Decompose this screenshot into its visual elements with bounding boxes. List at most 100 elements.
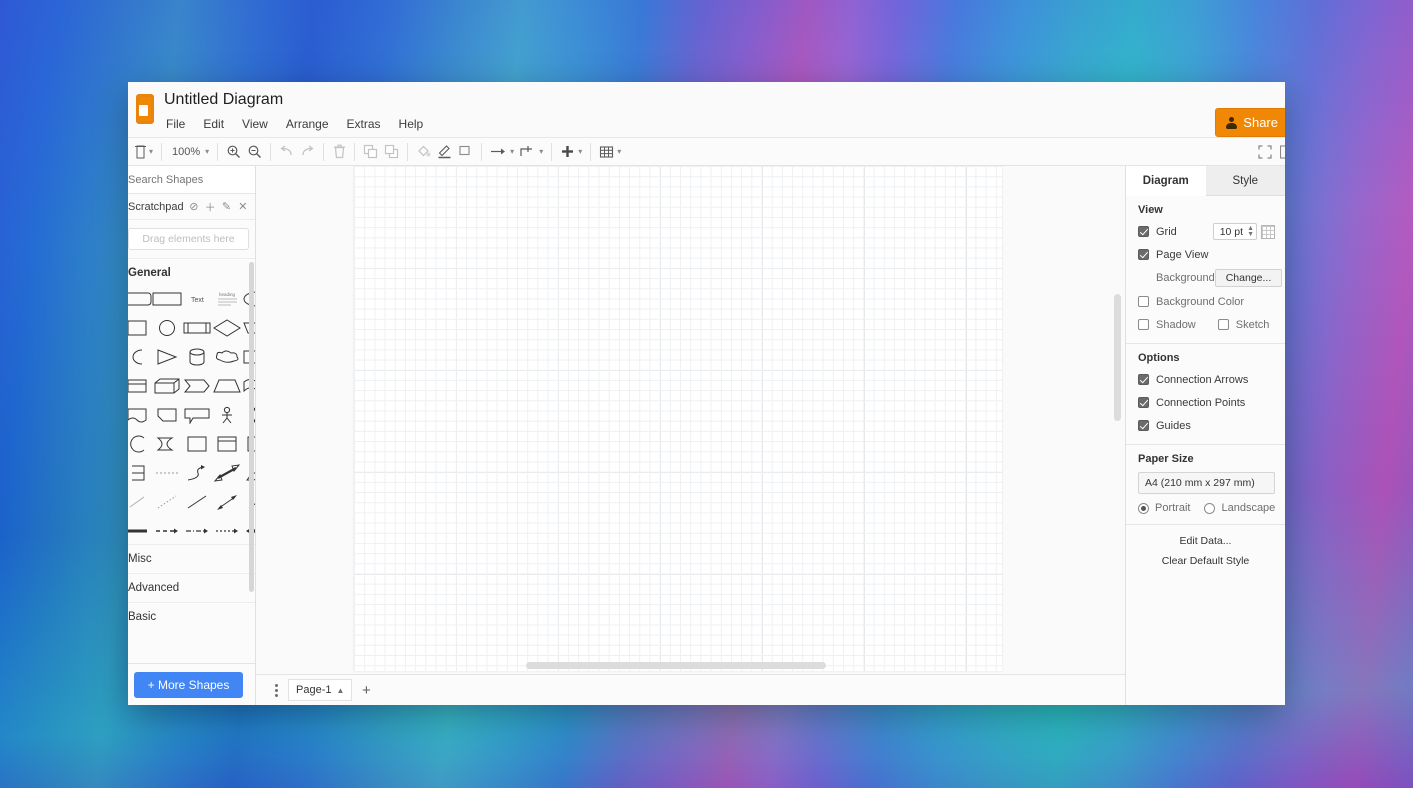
delete-icon[interactable] [329, 141, 349, 163]
edit-icon[interactable]: ✎ [220, 200, 232, 213]
to-front-icon[interactable] [360, 141, 381, 163]
shape-document-icon[interactable] [128, 401, 152, 428]
line-double-arrow-icon[interactable] [212, 488, 242, 515]
section-advanced[interactable]: Advanced [128, 573, 255, 602]
shape-cloud-icon[interactable] [212, 343, 242, 370]
shape-dashed-line-icon[interactable] [152, 459, 182, 486]
sketch-checkbox[interactable] [1217, 319, 1229, 330]
menu-view[interactable]: View [240, 115, 270, 133]
shape-square-icon[interactable] [128, 314, 152, 341]
shape-text-icon[interactable]: Text [182, 285, 212, 312]
connector-dotted-arrow-icon[interactable] [212, 517, 242, 544]
zoom-dropdown-button[interactable]: 100% ▾ [167, 141, 212, 163]
page-menu-icon[interactable] [266, 679, 286, 701]
shape-actor-icon[interactable] [212, 401, 242, 428]
shape-speech-bubble-icon[interactable] [182, 401, 212, 428]
add-icon[interactable]: ＋ [204, 199, 216, 215]
shape-delay-icon[interactable] [152, 430, 182, 457]
connection-points-checkbox[interactable] [1138, 397, 1149, 408]
table-icon[interactable]: ▾ [596, 141, 624, 163]
stepper-arrows-icon[interactable]: ▲ ▼ [1247, 225, 1254, 238]
format-panel-toggle-icon[interactable] [1275, 141, 1285, 163]
section-misc[interactable]: Misc [128, 544, 255, 573]
menu-arrange[interactable]: Arrange [284, 115, 331, 133]
shape-cylinder-icon[interactable] [182, 343, 212, 370]
tab-diagram[interactable]: Diagram [1126, 166, 1206, 196]
zoom-out-icon[interactable] [244, 141, 265, 163]
grid-size-stepper[interactable]: 10 pt ▲ ▼ [1212, 223, 1257, 240]
scratchpad-dropzone[interactable]: Drag elements here [128, 228, 249, 250]
fullscreen-icon[interactable] [1255, 141, 1275, 163]
shape-partial-rect-icon[interactable] [128, 430, 152, 457]
edit-data-button[interactable]: Edit Data... [1136, 531, 1275, 551]
line-dotted-icon[interactable] [152, 488, 182, 515]
shape-internal-storage-icon[interactable] [128, 372, 152, 399]
shape-rounded-rect-icon[interactable] [128, 285, 152, 312]
menu-help[interactable]: Help [397, 115, 426, 133]
clear-default-style-button[interactable]: Clear Default Style [1136, 551, 1275, 571]
section-general[interactable]: General [128, 258, 255, 285]
undo-icon[interactable] [276, 141, 297, 163]
shape-textbox-icon[interactable]: heading [212, 285, 242, 312]
shape-step-icon[interactable] [182, 372, 212, 399]
shadow-icon[interactable] [455, 141, 476, 163]
line-thin-icon[interactable] [128, 488, 152, 515]
zoom-in-icon[interactable] [223, 141, 244, 163]
waypoints-icon[interactable]: ▾ [517, 141, 546, 163]
shape-box-icon[interactable] [182, 430, 212, 457]
redo-icon[interactable] [297, 141, 318, 163]
shape-note-icon[interactable] [152, 401, 182, 428]
fill-color-icon[interactable] [413, 141, 434, 163]
shape-trapezoid-icon[interactable] [212, 372, 242, 399]
menu-edit[interactable]: Edit [201, 115, 226, 133]
shape-rect-icon[interactable] [152, 285, 182, 312]
connector-thick-icon[interactable] [128, 517, 152, 544]
connector-dashed-arrow-icon[interactable] [152, 517, 182, 544]
search-input[interactable] [128, 173, 270, 186]
page-view-checkbox[interactable] [1138, 249, 1149, 260]
landscape-radio[interactable] [1204, 502, 1216, 514]
change-background-button[interactable]: Change... [1214, 269, 1283, 287]
more-shapes-button[interactable]: + More Shapes [133, 671, 244, 698]
shadow-checkbox[interactable] [1138, 319, 1149, 330]
canvas-vertical-scrollbar[interactable] [1114, 294, 1121, 421]
shape-circle-icon[interactable] [152, 314, 182, 341]
guides-checkbox[interactable] [1138, 420, 1149, 431]
shape-diamond-icon[interactable] [212, 314, 242, 341]
tab-style[interactable]: Style [1205, 166, 1285, 196]
background-color-checkbox[interactable] [1138, 296, 1149, 307]
grid-checkbox[interactable] [1138, 226, 1149, 237]
canvas-horizontal-scrollbar[interactable] [526, 662, 826, 669]
section-basic[interactable]: Basic [128, 602, 255, 631]
menu-extras[interactable]: Extras [345, 115, 383, 133]
paper-size-select[interactable]: A4 (210 mm x 297 mm) [1138, 472, 1275, 494]
shape-process-icon[interactable] [182, 314, 212, 341]
insert-icon[interactable]: ▾ [557, 141, 585, 163]
to-back-icon[interactable] [381, 141, 402, 163]
help-icon[interactable]: ⊘ [188, 200, 200, 213]
line-color-icon[interactable] [434, 141, 455, 163]
shape-cube-icon[interactable] [152, 372, 182, 399]
shape-container-icon[interactable] [128, 459, 152, 486]
grid-color-swatch[interactable] [1261, 224, 1275, 239]
portrait-radio[interactable] [1138, 502, 1149, 514]
shape-triangle-icon[interactable] [152, 343, 182, 370]
shape-curved-arrow-icon[interactable] [182, 459, 212, 486]
line-plain-icon[interactable] [182, 488, 212, 515]
shadow-sketch-row: Shadow Sketch [1138, 316, 1275, 333]
sidebar-scrollbar[interactable] [249, 262, 254, 592]
view-dropdown-button[interactable]: ▾ [132, 141, 156, 163]
diagram-page[interactable] [354, 166, 1002, 671]
menu-file[interactable]: File [164, 115, 187, 133]
shape-cylinder-side-icon[interactable] [128, 343, 152, 370]
connector-dash-dot-icon[interactable] [182, 517, 212, 544]
share-button[interactable]: Share [1215, 108, 1285, 137]
page-tab-page-1[interactable]: Page-1 ▲ [288, 679, 353, 701]
shape-header-box-icon[interactable] [212, 430, 242, 457]
close-icon[interactable]: ✕ [237, 200, 249, 213]
connection-arrow-icon[interactable]: ▾ [487, 141, 517, 163]
connection-arrows-checkbox[interactable] [1138, 374, 1149, 385]
add-page-button[interactable]: + [354, 678, 378, 702]
diagram-canvas[interactable] [256, 166, 1125, 675]
shape-bidirectional-arrow-icon[interactable] [212, 459, 242, 486]
